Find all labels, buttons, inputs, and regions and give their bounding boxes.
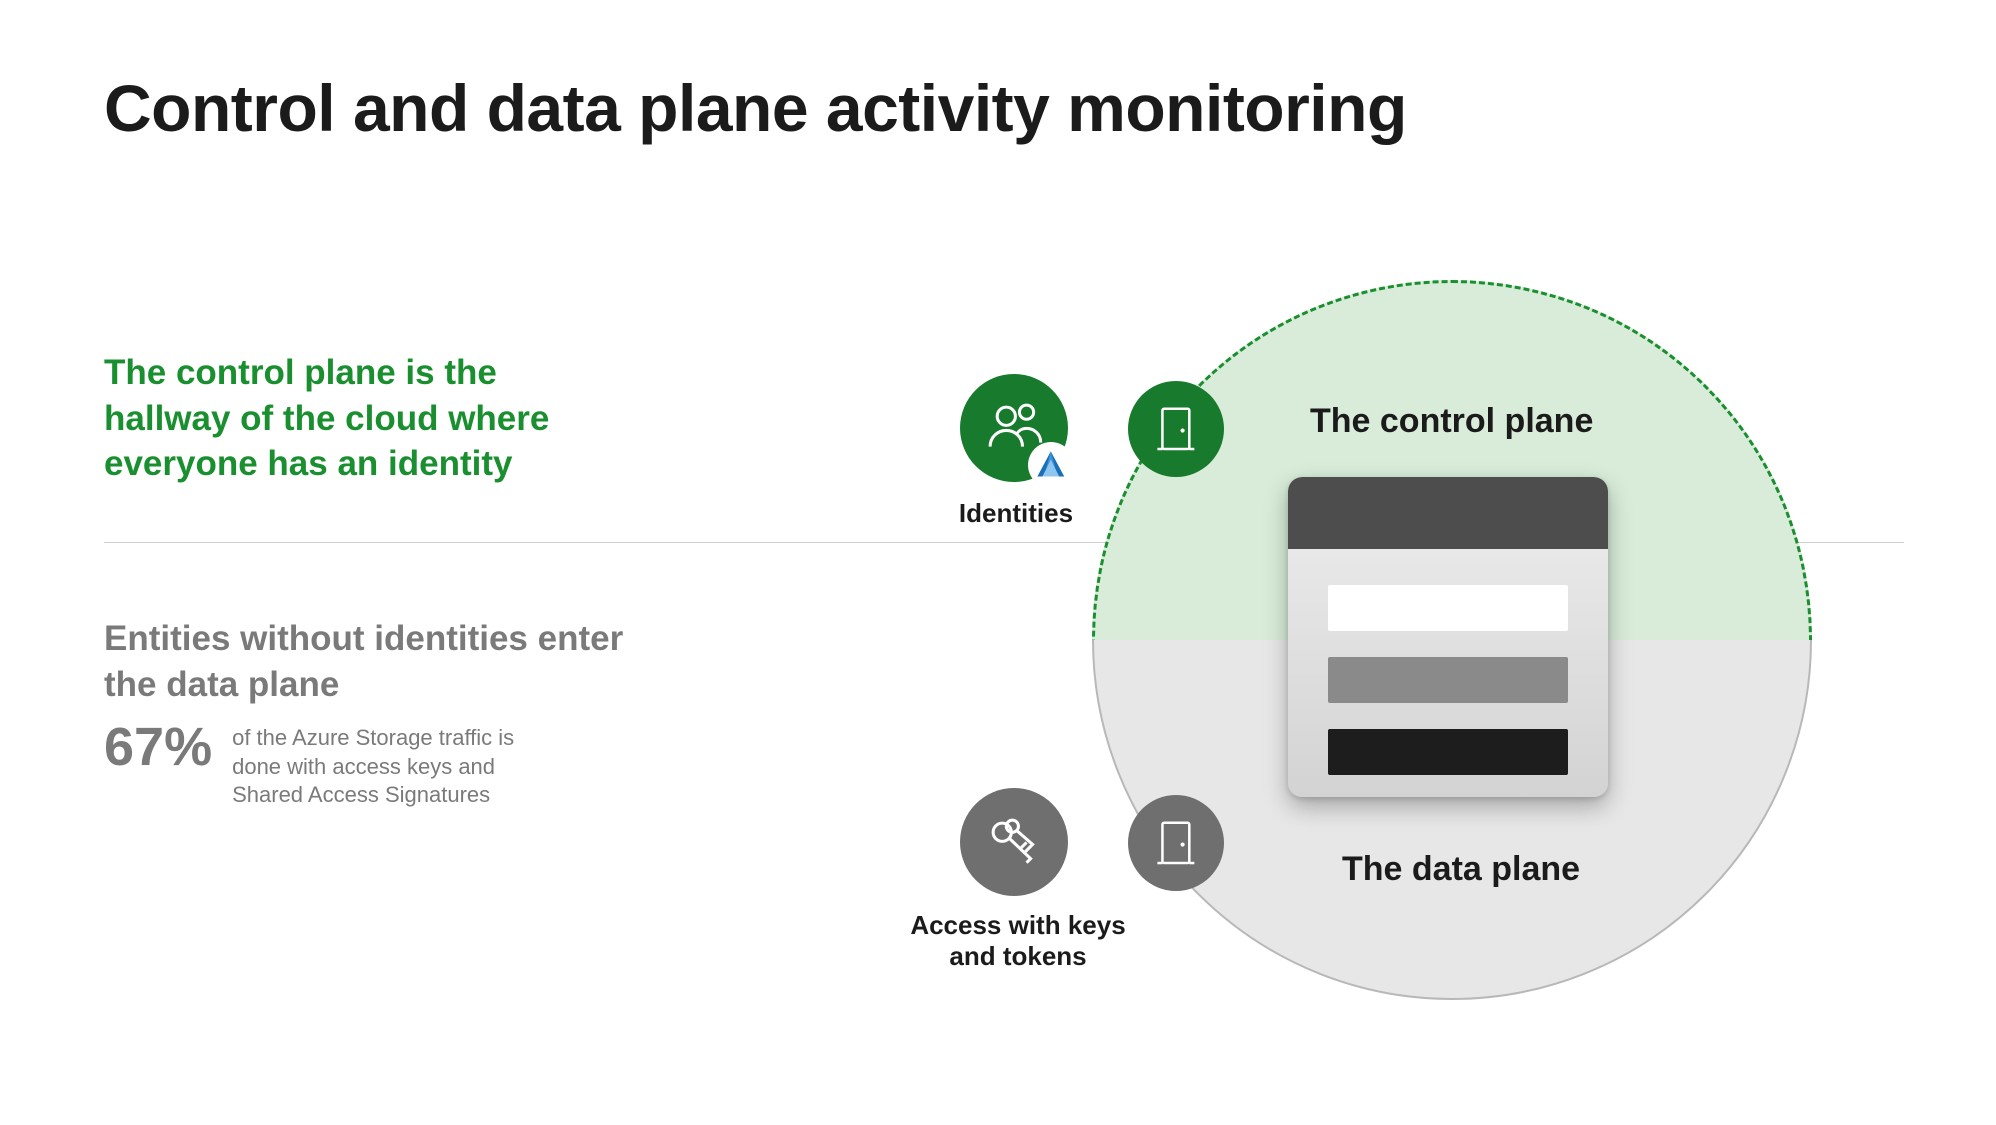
control-plane-description: The control plane is the hallway of the … bbox=[104, 350, 604, 487]
data-plane-heading: Entities without identities enter the da… bbox=[104, 616, 624, 707]
resource-panel bbox=[1288, 477, 1608, 797]
control-plane-label: The control plane bbox=[1310, 402, 1593, 441]
stat-caption: of the Azure Storage traffic is done wit… bbox=[232, 720, 552, 810]
control-door-icon bbox=[1128, 381, 1224, 477]
resource-row-1 bbox=[1328, 585, 1568, 631]
resource-row-2 bbox=[1328, 657, 1568, 703]
stat-row: 67% of the Azure Storage traffic is done… bbox=[104, 720, 552, 810]
aad-badge-icon bbox=[1030, 444, 1072, 486]
keys-caption: Access with keys and tokens bbox=[908, 910, 1128, 972]
resource-row-3 bbox=[1328, 729, 1568, 775]
stat-value: 67% bbox=[104, 720, 212, 774]
resource-panel-header bbox=[1288, 477, 1608, 549]
keys-icon bbox=[960, 788, 1068, 896]
identities-caption: Identities bbox=[954, 498, 1078, 529]
slide: Control and data plane activity monitori… bbox=[0, 0, 1996, 1125]
data-door-icon bbox=[1128, 795, 1224, 891]
page-title: Control and data plane activity monitori… bbox=[104, 70, 1407, 146]
resource-panel-body bbox=[1288, 549, 1608, 775]
data-plane-label: The data plane bbox=[1342, 850, 1580, 889]
